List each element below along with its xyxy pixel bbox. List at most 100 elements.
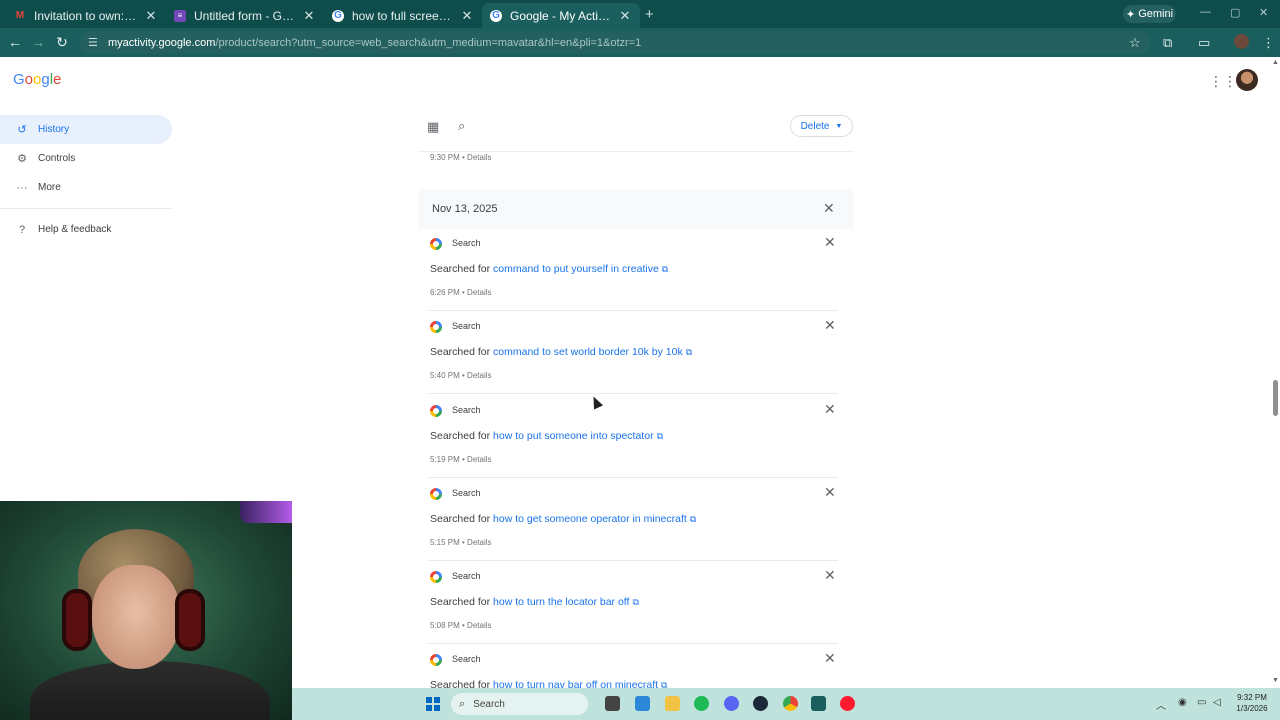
tray-chevron-icon[interactable]: ︿ xyxy=(1156,697,1166,712)
delete-entry-icon[interactable]: ✕ xyxy=(824,234,836,251)
chrome-icon[interactable] xyxy=(783,696,798,711)
entry-query-link[interactable]: how to turn nav bar off on minecraft xyxy=(493,679,658,688)
extensions-icon[interactable]: ⧉ xyxy=(1163,35,1172,51)
split-view-icon[interactable]: ▭ xyxy=(1198,35,1210,51)
sidebar-item-more[interactable]: ··· More xyxy=(0,173,172,202)
bookmark-star-icon[interactable]: ☆ xyxy=(1129,35,1141,51)
delete-entry-icon[interactable]: ✕ xyxy=(824,317,836,334)
network-icon[interactable]: ▭ xyxy=(1197,697,1206,708)
google-logo[interactable]: Google xyxy=(13,71,61,88)
sidebar-item-label: Help & feedback xyxy=(38,224,112,235)
forward-arrow-icon[interactable]: → xyxy=(30,34,46,50)
tab-title: Invitation to own: "Untitled form" xyxy=(34,8,138,23)
sidebar-item-history[interactable]: ↺ History xyxy=(0,115,172,144)
edge-icon[interactable] xyxy=(635,696,650,711)
previous-entry-meta[interactable]: 9:30 PM • Details xyxy=(430,153,492,162)
external-link-icon[interactable]: ⧉ xyxy=(632,597,638,607)
steam-icon[interactable] xyxy=(753,696,768,711)
entry-divider xyxy=(428,310,838,311)
tab-google-search[interactable]: G how to full screen - Google Search ✕ xyxy=(324,3,482,28)
close-tab-icon[interactable]: ✕ xyxy=(618,8,632,24)
search-icon[interactable]: ⌕ xyxy=(458,118,465,134)
entry-query-link[interactable]: command to set world border 10k by 10k xyxy=(493,346,683,358)
scroll-up-icon[interactable]: ▲ xyxy=(1272,59,1279,66)
taskbar-clock[interactable]: 9:32 PM 1/3/2026 xyxy=(1228,692,1276,714)
activity-entry: Search ✕ Searched for how to turn the lo… xyxy=(418,564,838,647)
terminal-icon[interactable] xyxy=(811,696,826,711)
entry-meta[interactable]: 5:15 PM • Details xyxy=(430,538,492,547)
sidebar-item-label: Controls xyxy=(38,153,76,164)
address-bar[interactable]: ☰ myactivity.google.com /product/search?… xyxy=(80,31,1150,54)
task-view-icon[interactable] xyxy=(605,696,620,711)
opera-icon[interactable] xyxy=(840,696,855,711)
google-g-icon xyxy=(430,405,442,417)
help-icon: ? xyxy=(18,223,26,236)
delete-entry-icon[interactable]: ✕ xyxy=(824,401,836,418)
tab-google-forms[interactable]: ≡ Untitled form - Google Forms ✕ xyxy=(166,3,324,28)
delete-entry-icon[interactable]: ✕ xyxy=(824,484,836,501)
account-avatar[interactable] xyxy=(1236,69,1258,91)
history-icon: ↺ xyxy=(17,124,27,136)
google-g-icon xyxy=(430,488,442,500)
tab-title: how to full screen - Google Search xyxy=(352,8,454,23)
webcam-overlay xyxy=(0,501,292,720)
profile-avatar[interactable] xyxy=(1234,34,1249,49)
scroll-down-icon[interactable]: ▼ xyxy=(1272,677,1279,684)
entry-text: Searched for how to turn nav bar off on … xyxy=(430,679,667,688)
gemini-button[interactable]: ✦ Gemini xyxy=(1123,5,1176,23)
minimize-icon[interactable]: — xyxy=(1200,6,1211,18)
day-header: Nov 13, 2025 ✕ xyxy=(418,189,854,229)
scrollbar-thumb[interactable] xyxy=(1273,380,1278,416)
close-tab-icon[interactable]: ✕ xyxy=(144,8,158,24)
entry-query-link[interactable]: how to turn the locator bar off xyxy=(493,596,629,608)
tab-my-activity[interactable]: G Google - My Activity ✕ xyxy=(482,3,640,28)
taskbar-search[interactable]: ⌕ Search xyxy=(451,693,588,715)
menu-dots-icon[interactable]: ⋮ xyxy=(1262,35,1275,51)
entry-meta[interactable]: 6:26 PM • Details xyxy=(430,288,492,297)
close-window-icon[interactable]: ✕ xyxy=(1259,6,1268,19)
site-info-icon[interactable]: ☰ xyxy=(88,36,102,49)
spotify-icon[interactable] xyxy=(694,696,709,711)
entry-meta[interactable]: 5:40 PM • Details xyxy=(430,371,492,380)
entry-prefix: Searched for xyxy=(430,263,494,275)
tab-gmail-invitation[interactable]: M Invitation to own: "Untitled form" ✕ xyxy=(6,3,166,28)
file-explorer-icon[interactable] xyxy=(665,696,680,711)
sparkle-icon: ✦ xyxy=(1125,8,1136,21)
activity-entry: Search ✕ Searched for command to set wor… xyxy=(418,314,838,397)
maximize-icon[interactable]: ▢ xyxy=(1230,6,1240,19)
microphone-icon[interactable]: ◉ xyxy=(1178,697,1187,708)
external-link-icon[interactable]: ⧉ xyxy=(662,264,668,274)
new-tab-icon[interactable]: + xyxy=(645,6,654,23)
activity-toolbar: ▦ ⌕ Delete ▼ xyxy=(418,115,854,155)
delete-day-icon[interactable]: ✕ xyxy=(823,200,835,217)
volume-icon[interactable]: ◁ xyxy=(1213,697,1221,708)
back-arrow-icon[interactable]: ← xyxy=(7,34,23,50)
entry-meta[interactable]: 5:08 PM • Details xyxy=(430,621,492,630)
entry-prefix: Searched for xyxy=(430,346,494,358)
windows-start-icon[interactable] xyxy=(426,697,440,711)
close-tab-icon[interactable]: ✕ xyxy=(460,8,474,24)
entry-query-link[interactable]: how to get someone operator in minecraft xyxy=(493,513,687,525)
entry-product: Search xyxy=(452,405,481,415)
entry-divider xyxy=(428,643,838,644)
entry-product: Search xyxy=(452,488,481,498)
sidebar-item-controls[interactable]: ⚙ Controls xyxy=(0,144,172,173)
external-link-icon[interactable]: ⧉ xyxy=(686,347,692,357)
delete-button[interactable]: Delete ▼ xyxy=(790,115,853,137)
page-scrollbar[interactable]: ▲ ▼ xyxy=(1270,57,1280,688)
external-link-icon[interactable]: ⧉ xyxy=(657,431,663,441)
entry-query-link[interactable]: command to put yourself in creative xyxy=(493,263,659,275)
delete-label: Delete xyxy=(800,120,830,132)
external-link-icon[interactable]: ⧉ xyxy=(690,514,696,524)
delete-entry-icon[interactable]: ✕ xyxy=(824,567,836,584)
entry-query-link[interactable]: how to put someone into spectator xyxy=(493,430,654,442)
close-tab-icon[interactable]: ✕ xyxy=(302,8,316,24)
reload-icon[interactable]: ↻ xyxy=(54,34,70,51)
entry-prefix: Searched for xyxy=(430,513,494,525)
external-link-icon[interactable]: ⧉ xyxy=(661,680,667,688)
discord-icon[interactable] xyxy=(724,696,739,711)
sidebar-item-help[interactable]: ? Help & feedback xyxy=(0,215,172,244)
calendar-icon[interactable]: ▦ xyxy=(427,119,439,135)
delete-entry-icon[interactable]: ✕ xyxy=(824,650,836,667)
entry-meta[interactable]: 5:19 PM • Details xyxy=(430,455,492,464)
